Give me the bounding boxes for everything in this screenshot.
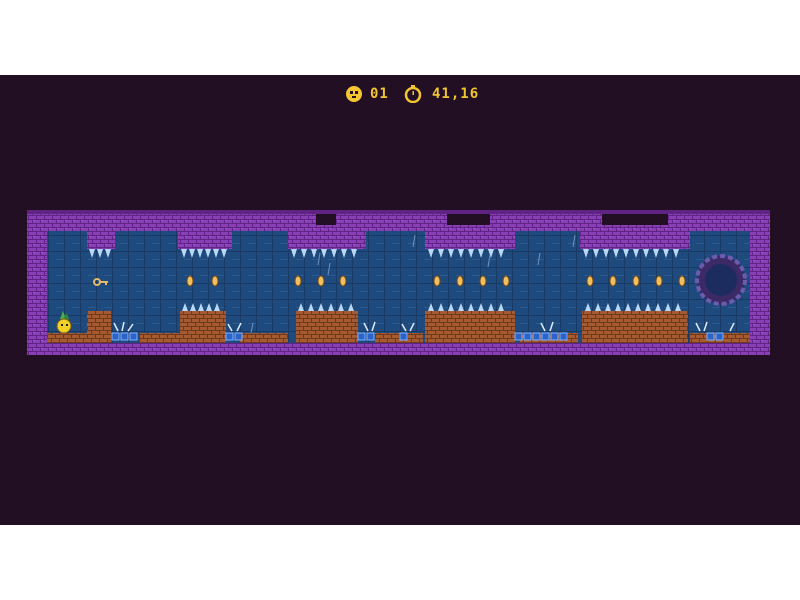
exit-portal [695, 254, 747, 306]
death-counter: 01 [370, 86, 389, 102]
skull-icon [346, 86, 362, 102]
game-screen[interactable]: 01 41,16 [0, 75, 800, 525]
hud: 01 41,16 [0, 83, 800, 107]
timer: 41,16 [432, 86, 480, 102]
stopwatch-icon [404, 85, 422, 103]
level-map [27, 210, 770, 355]
